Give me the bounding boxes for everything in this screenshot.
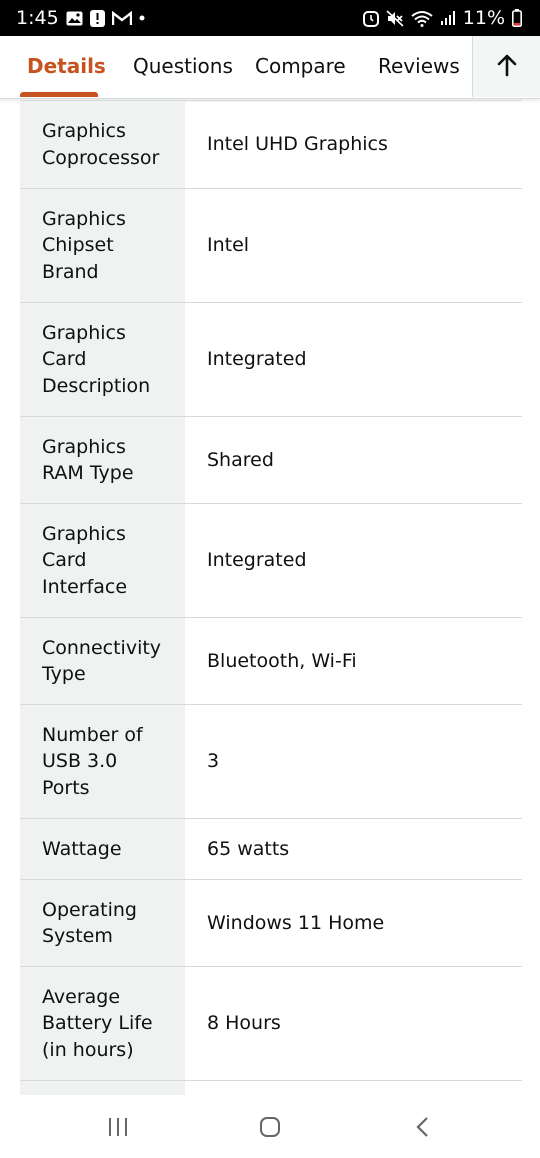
spec-value: Intel <box>207 234 250 257</box>
back-icon[interactable] <box>392 1095 452 1158</box>
spec-key: Wattage <box>20 819 185 879</box>
spec-value: 3 <box>207 750 220 773</box>
dot-icon <box>139 15 145 21</box>
wifi-icon <box>411 10 433 27</box>
tab-details[interactable]: Details <box>27 36 106 98</box>
product-details-table: Graphics Coprocessor Intel UHD Graphics … <box>20 100 522 1098</box>
spec-value: 8 Hours <box>207 1012 281 1035</box>
spec-value: 65 watts <box>207 837 290 860</box>
spec-key: Number of USB 3.0 Ports <box>20 705 185 818</box>
alert-icon <box>89 9 105 27</box>
spec-key: Operating System <box>20 880 185 966</box>
spec-key: Average Battery Life (in hours) <box>20 967 185 1080</box>
section-tab-bar: Details Questions Compare Reviews <box>0 36 540 99</box>
spec-value: Shared <box>207 448 274 471</box>
system-nav-bar <box>0 1095 540 1158</box>
spec-value: Integrated <box>207 549 307 572</box>
spec-key: Graphics Card Interface <box>20 504 185 617</box>
spec-value: Integrated <box>207 348 307 371</box>
battery-percent: 11% <box>462 7 505 29</box>
spec-value: Intel UHD Graphics <box>207 133 388 156</box>
signal-icon <box>440 10 456 26</box>
arrow-up-icon <box>496 53 518 81</box>
spec-key: Graphics RAM Type <box>20 417 185 503</box>
status-bar: 1:45 11% <box>0 0 540 36</box>
table-row: Graphics Card Interface Integrated <box>20 504 522 618</box>
spec-key: Graphics Chipset Brand <box>20 189 185 302</box>
table-row: Number of USB 3.0 Ports 3 <box>20 705 522 819</box>
table-row: Average Battery Life (in hours) 8 Hours <box>20 967 522 1081</box>
table-row: Connectivity Type Bluetooth, Wi-Fi <box>20 618 522 705</box>
tab-reviews[interactable]: Reviews <box>378 36 460 98</box>
alarm-icon <box>362 10 379 27</box>
gmail-icon <box>111 10 132 26</box>
tab-compare[interactable]: Compare <box>255 36 346 98</box>
spec-key: Graphics Card Description <box>20 303 185 416</box>
spec-value: Bluetooth, Wi-Fi <box>207 649 357 672</box>
home-icon[interactable] <box>240 1095 300 1158</box>
recent-apps-icon[interactable] <box>88 1095 148 1158</box>
spec-value: Windows 11 Home <box>207 911 385 934</box>
image-icon <box>66 11 83 26</box>
table-row: Graphics RAM Type Shared <box>20 417 522 504</box>
table-row: Wattage 65 watts <box>20 819 522 880</box>
table-row: Graphics Coprocessor Intel UHD Graphics <box>20 100 522 189</box>
scroll-to-top-button[interactable] <box>472 36 540 97</box>
spec-key: Graphics Coprocessor <box>20 101 185 188</box>
table-row: Graphics Card Description Integrated <box>20 303 522 417</box>
tab-questions[interactable]: Questions <box>133 36 233 98</box>
status-time: 1:45 <box>16 7 59 29</box>
table-row: Graphics Chipset Brand Intel <box>20 189 522 303</box>
table-row: Operating System Windows 11 Home <box>20 880 522 967</box>
battery-icon <box>512 9 522 27</box>
spec-key: Connectivity Type <box>20 618 185 704</box>
mute-icon <box>386 9 404 27</box>
active-tab-indicator <box>20 92 98 97</box>
